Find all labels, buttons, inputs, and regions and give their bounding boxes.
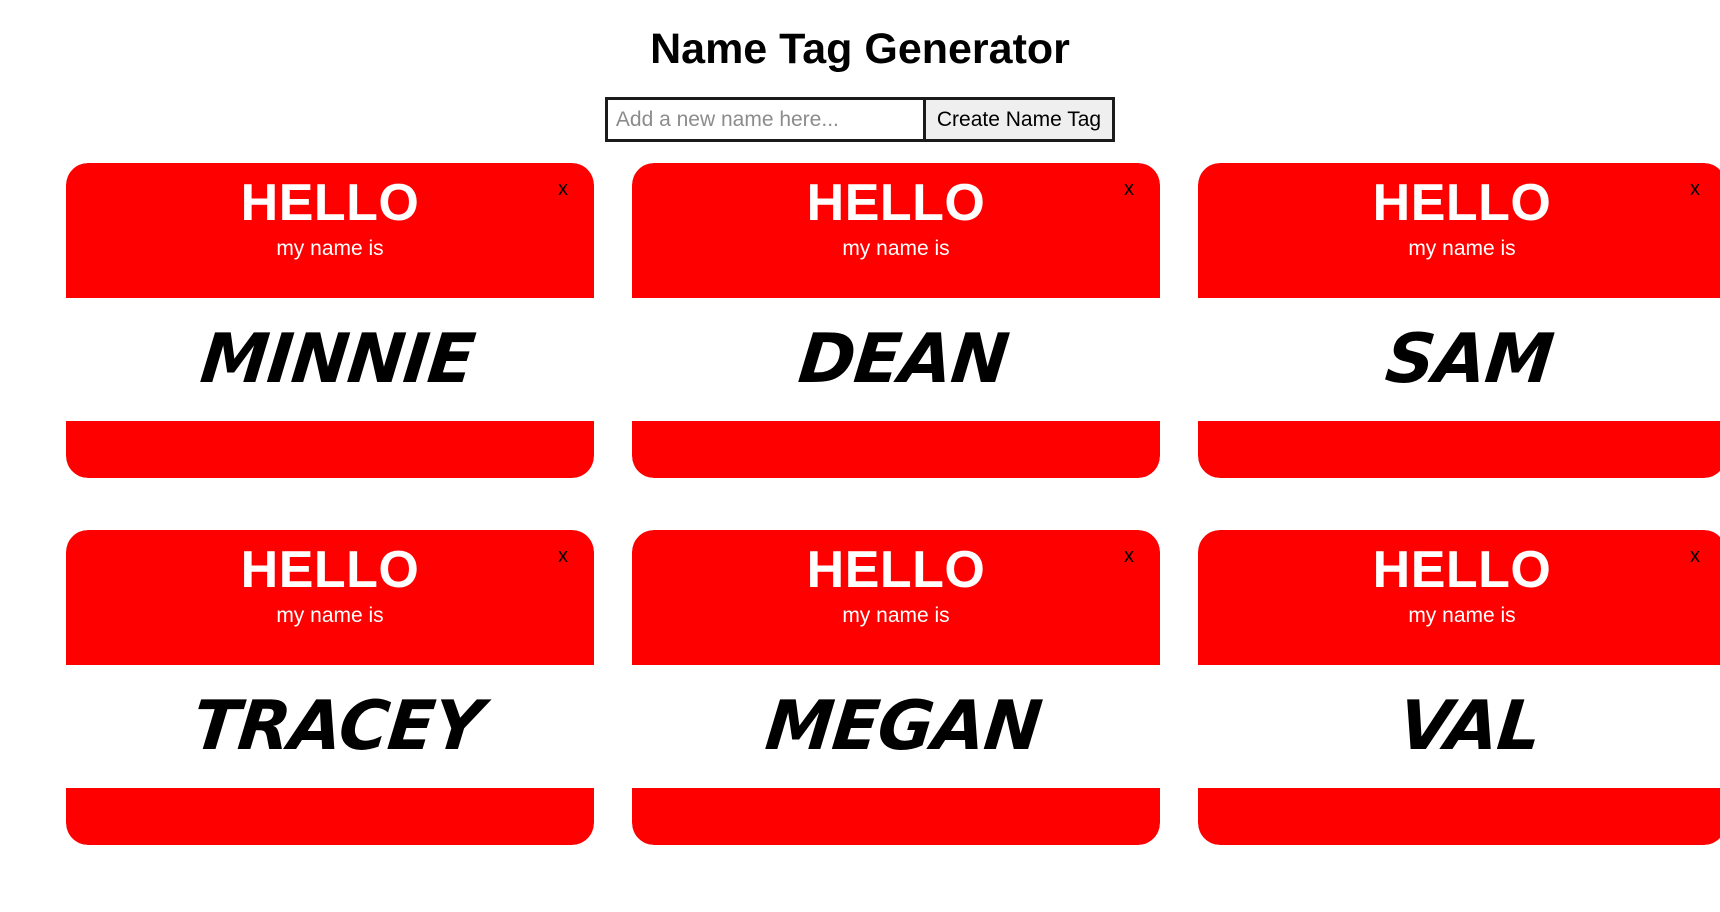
name-tag-card: HELLO my name is x Dean: [632, 163, 1160, 479]
new-name-input[interactable]: [604, 97, 923, 143]
name-tag-card: HELLO my name is x Sam: [1198, 163, 1720, 479]
name-tag-body: Sam: [1198, 298, 1720, 422]
my-name-is-label: my name is: [842, 604, 950, 628]
delete-name-tag-button[interactable]: x: [1120, 544, 1138, 568]
hello-label: HELLO: [240, 174, 420, 233]
name-tag-header: HELLO my name is x: [1198, 163, 1720, 299]
name-tag-name: Minnie: [196, 319, 478, 399]
name-tag-body: Megan: [632, 665, 1160, 789]
name-tag-header: HELLO my name is x: [632, 163, 1160, 299]
name-tag-generator-app: Name Tag Generator Create Name Tag HELLO…: [0, 0, 1720, 912]
delete-name-tag-button[interactable]: x: [554, 177, 572, 201]
my-name-is-label: my name is: [276, 604, 384, 628]
my-name-is-label: my name is: [276, 237, 384, 261]
name-tag-header: HELLO my name is x: [632, 530, 1160, 666]
hello-label: HELLO: [1372, 174, 1552, 233]
name-tag-card: HELLO my name is x Megan: [632, 530, 1160, 846]
name-tag-name: Megan: [761, 686, 1045, 766]
name-tag-header: HELLO my name is x: [66, 163, 594, 299]
my-name-is-label: my name is: [842, 237, 950, 261]
create-name-tag-button[interactable]: Create Name Tag: [922, 97, 1116, 143]
hello-label: HELLO: [1372, 541, 1552, 600]
name-tag-footer: [632, 421, 1160, 479]
delete-name-tag-button[interactable]: x: [1686, 177, 1704, 201]
hello-label: HELLO: [806, 541, 986, 600]
name-tag-footer: [1198, 421, 1720, 479]
hello-label: HELLO: [806, 174, 986, 233]
name-tag-card: HELLO my name is x Tracey: [66, 530, 594, 846]
delete-name-tag-button[interactable]: x: [554, 544, 572, 568]
name-tag-body: Val: [1198, 665, 1720, 789]
name-tag-footer: [66, 421, 594, 479]
my-name-is-label: my name is: [1408, 237, 1516, 261]
name-tag-body: Dean: [632, 298, 1160, 422]
add-name-form: Create Name Tag: [0, 97, 1720, 143]
page-title: Name Tag Generator: [650, 25, 1070, 73]
my-name-is-label: my name is: [1408, 604, 1516, 628]
name-tag-name: Dean: [794, 319, 1012, 399]
name-tag-grid: HELLO my name is x Minnie HELLO my name is x De…: [30, 163, 1720, 846]
delete-name-tag-button[interactable]: x: [1686, 544, 1704, 568]
name-tag-name: Sam: [1381, 319, 1557, 399]
name-tag-header: HELLO my name is x: [66, 530, 594, 666]
name-tag-footer: [632, 788, 1160, 846]
name-tag-card: HELLO my name is x Minnie: [66, 163, 594, 479]
hello-label: HELLO: [240, 541, 420, 600]
name-tag-footer: [66, 788, 594, 846]
name-tag-footer: [1198, 788, 1720, 846]
delete-name-tag-button[interactable]: x: [1120, 177, 1138, 201]
name-tag-name: Tracey: [188, 686, 486, 766]
name-tag-name: Val: [1394, 686, 1544, 766]
name-tag-body: Tracey: [66, 665, 594, 789]
name-tag-header: HELLO my name is x: [1198, 530, 1720, 666]
name-tag-body: Minnie: [66, 298, 594, 422]
name-tag-card: HELLO my name is x Val: [1198, 530, 1720, 846]
